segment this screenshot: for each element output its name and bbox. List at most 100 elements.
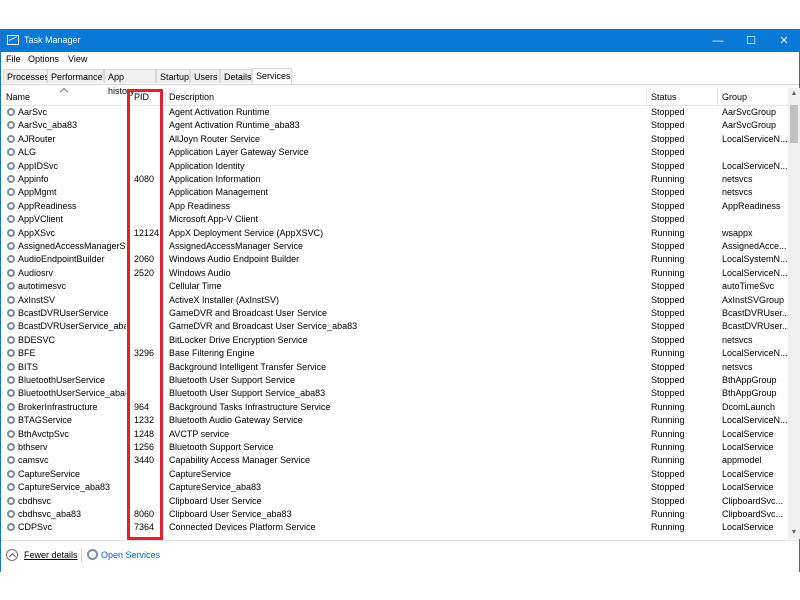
service-name: Appinfo [18, 174, 49, 184]
tab-performance[interactable]: Performance [47, 69, 104, 83]
column-header-name[interactable]: Name [6, 92, 30, 102]
table-row[interactable]: Appinfo 4080 Application Information Run… [1, 173, 788, 186]
service-name: BthAvctpSvc [18, 428, 69, 439]
service-name: AJRouter [18, 133, 56, 144]
service-status: Running [651, 174, 685, 184]
table-row[interactable]: cbdhsvc_aba83 8060 Clipboard User Servic… [1, 508, 788, 521]
vertical-scrollbar[interactable]: ▲ ▼ [788, 88, 800, 539]
table-row[interactable]: bthserv 1256 Bluetooth Support Service R… [1, 441, 788, 454]
service-group: LocalService [722, 468, 774, 479]
menu-view[interactable]: View [68, 54, 87, 64]
column-header-group[interactable]: Group [722, 92, 747, 102]
column-divider[interactable] [165, 88, 166, 105]
tab-processes[interactable]: Processes [3, 69, 49, 83]
table-row[interactable]: AppIDSvc Application Identity Stopped Lo… [1, 160, 788, 173]
service-description: Background Tasks Infrastructure Service [169, 401, 331, 412]
table-row[interactable]: BDESVC BitLocker Drive Encryption Servic… [1, 334, 788, 347]
table-row[interactable]: BFE 3296 Base Filtering Engine Running L… [1, 347, 788, 360]
column-divider[interactable] [717, 88, 718, 105]
close-button[interactable]: ✕ [767, 30, 800, 52]
service-name: autotimesvc [18, 281, 67, 292]
service-name: cbdhsvc_aba83 [18, 509, 82, 519]
service-status: Running [651, 227, 685, 238]
menu-file[interactable]: File [6, 54, 21, 64]
table-row[interactable]: BrokerInfrastructure 964 Background Task… [1, 401, 788, 414]
table-row[interactable]: AJRouter AllJoyn Router Service Stopped … [1, 133, 788, 146]
column-divider[interactable] [128, 88, 129, 105]
table-row[interactable]: BITS Background Intelligent Transfer Ser… [1, 361, 788, 374]
scroll-down-icon[interactable]: ▼ [788, 527, 800, 539]
tab-startup[interactable]: Startup [156, 69, 190, 83]
service-status: Stopped [651, 468, 685, 479]
service-status: Stopped [651, 388, 685, 399]
tab-details[interactable]: Details [220, 69, 252, 83]
table-row[interactable]: Audiosrv 2520 Windows Audio Running Loca… [1, 267, 788, 280]
column-header-status[interactable]: Status [651, 92, 677, 102]
column-divider[interactable] [646, 88, 647, 105]
service-status: Stopped [651, 120, 685, 131]
table-row[interactable]: AxInstSV ActiveX Installer (AxInstSV) St… [1, 294, 788, 307]
service-status: Stopped [651, 133, 685, 144]
service-gear-icon [7, 134, 15, 143]
table-row[interactable]: BTAGService 1232 Bluetooth Audio Gateway… [1, 414, 788, 427]
tab-users[interactable]: Users [190, 69, 220, 83]
maximize-button[interactable]: ☐ [734, 30, 768, 52]
column-header-description[interactable]: Description [169, 92, 214, 102]
service-pid: 4080 [134, 174, 155, 184]
table-row[interactable]: CaptureService_aba83 CaptureService_aba8… [1, 481, 788, 494]
fewer-details-link[interactable]: Fewer details [24, 550, 78, 560]
service-description: AVCTP service [169, 428, 230, 439]
table-row[interactable]: AssignedAccessManagerSvc AssignedAccessM… [1, 240, 788, 253]
table-row[interactable]: BcastDVRUserService_aba83 GameDVR and Br… [1, 320, 788, 333]
table-row[interactable]: cbdhsvc Clipboard User Service Stopped C… [1, 495, 788, 508]
table-row[interactable]: CDPSvc 7364 Connected Devices Platform S… [1, 521, 788, 534]
service-status: Stopped [651, 107, 685, 117]
footer-divider [81, 549, 82, 562]
table-row[interactable]: CaptureService CaptureService Stopped Lo… [1, 468, 788, 481]
table-row[interactable]: camsvc 3440 Capability Access Manager Se… [1, 454, 788, 467]
title-bar[interactable]: Task Manager — ☐ ✕ [1, 30, 799, 52]
open-services-link[interactable]: Open Services [101, 550, 160, 560]
table-row[interactable]: BluetoothUserService Bluetooth User Supp… [1, 374, 788, 387]
minimize-button[interactable]: — [701, 30, 735, 52]
service-pid: 2060 [134, 254, 155, 265]
table-row[interactable]: BcastDVRUserService GameDVR and Broadcas… [1, 307, 788, 320]
menu-options[interactable]: Options [28, 54, 59, 64]
service-status: Running [651, 509, 685, 519]
service-status: Running [651, 254, 685, 265]
service-description: Capability Access Manager Service [169, 455, 311, 466]
service-group: netsvcs [722, 361, 753, 372]
chevron-up-icon[interactable] [6, 549, 18, 561]
service-group: wsappx [722, 227, 753, 238]
service-group: AxInstSVGroup [722, 294, 785, 305]
table-row[interactable]: AarSvc_aba83 Agent Activation Runtime_ab… [1, 119, 788, 132]
service-description: AllJoyn Router Service [169, 133, 261, 144]
table-row[interactable]: autotimesvc Cellular Time Stopped autoTi… [1, 280, 788, 293]
service-status: Stopped [651, 241, 685, 251]
service-gear-icon [7, 456, 15, 465]
service-status: Stopped [651, 308, 685, 318]
window-title: Task Manager [24, 35, 81, 45]
service-status: Running [651, 442, 685, 452]
services-gear-icon[interactable] [87, 549, 98, 560]
service-gear-icon [7, 228, 15, 237]
table-row[interactable]: AppXSvc 12124 AppX Deployment Service (A… [1, 227, 788, 240]
service-name: AppXSvc [18, 227, 56, 238]
table-row[interactable]: AppReadiness App Readiness Stopped AppRe… [1, 200, 788, 213]
tab-services[interactable]: Services [252, 68, 292, 84]
table-row[interactable]: AudioEndpointBuilder 2060 Windows Audio … [1, 253, 788, 266]
table-row[interactable]: BthAvctpSvc 1248 AVCTP service Running L… [1, 428, 788, 441]
table-row[interactable]: AppVClient Microsoft App-V Client Stoppe… [1, 213, 788, 226]
service-description: App Readiness [169, 200, 231, 211]
table-row[interactable]: AppMgmt Application Management Stopped n… [1, 186, 788, 199]
column-header-pid[interactable]: PID [134, 92, 149, 102]
scroll-up-icon[interactable]: ▲ [788, 88, 800, 100]
service-name: BluetoothUserService_aba83 [18, 388, 126, 399]
table-row[interactable]: ALG Application Layer Gateway Service St… [1, 146, 788, 159]
tab-bar: Processes Performance App history Startu… [1, 67, 799, 96]
table-row[interactable]: BluetoothUserService_aba83 Bluetooth Use… [1, 387, 788, 400]
scroll-thumb[interactable] [790, 105, 798, 143]
service-name: AppMgmt [18, 187, 57, 198]
table-row[interactable]: AarSvc Agent Activation Runtime Stopped … [1, 106, 788, 119]
tab-app-history[interactable]: App history [104, 69, 156, 96]
